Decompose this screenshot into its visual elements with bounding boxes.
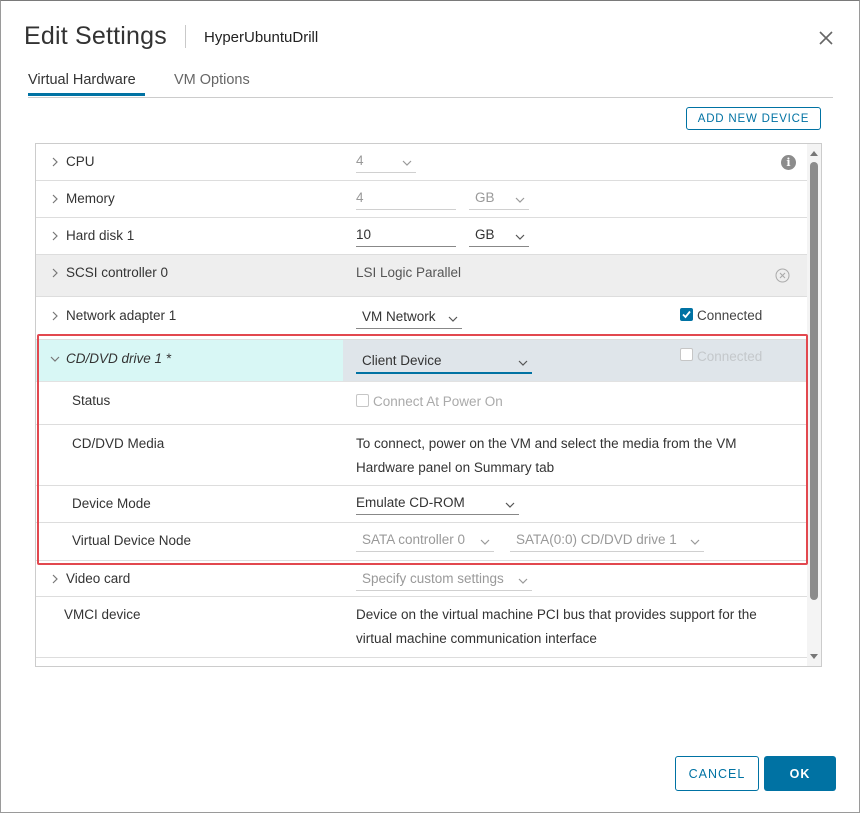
device-mode-select[interactable]: Emulate CD-ROM <box>356 493 519 515</box>
cd-dvd-type-select[interactable]: Client Device <box>356 351 532 374</box>
row-scsi-controller: SCSI controller 0 LSI Logic Parallel <box>36 255 807 297</box>
row-device-mode: Device Mode Emulate CD-ROM <box>36 486 807 523</box>
chevron-down-icon <box>402 156 412 171</box>
row-virtual-device-node: Virtual Device Node SATA controller 0 SA… <box>36 523 807 561</box>
connect-at-power-on-label: Connect At Power On <box>373 394 503 409</box>
chevron-down-icon <box>480 535 490 550</box>
row-cd-status: Status Connect At Power On <box>36 382 807 425</box>
status-label: Status <box>72 393 111 408</box>
cd-dvd-connected-label: Connected <box>697 349 763 364</box>
hard-disk-label: Hard disk 1 <box>66 228 135 243</box>
memory-label: Memory <box>66 191 115 206</box>
chevron-right-icon[interactable] <box>50 194 60 204</box>
chevron-down-icon <box>505 498 515 513</box>
tab-bar: Virtual Hardware VM Options <box>28 72 833 98</box>
chevron-right-icon[interactable] <box>50 311 60 321</box>
scsi-controller-label: SCSI controller 0 <box>66 265 169 280</box>
chevron-down-icon <box>515 230 525 245</box>
chevron-right-icon[interactable] <box>50 574 60 584</box>
row-hard-disk: Hard disk 1 10 GB <box>36 218 807 255</box>
chevron-right-icon[interactable] <box>50 231 60 241</box>
network-adapter-label: Network adapter 1 <box>66 308 177 323</box>
device-node-controller-select[interactable]: SATA controller 0 <box>356 530 494 552</box>
chevron-down-icon <box>448 312 458 327</box>
network-connected-checkbox[interactable] <box>680 308 693 321</box>
scroll-up-arrow-icon[interactable] <box>810 151 818 156</box>
cpu-select[interactable]: 4 <box>356 151 416 173</box>
remove-circle-icon[interactable] <box>775 268 790 283</box>
tab-virtual-hardware[interactable]: Virtual Hardware <box>28 72 145 96</box>
chevron-right-icon[interactable] <box>50 268 60 278</box>
row-network-adapter: Network adapter 1 VM Network Connected <box>36 297 807 340</box>
vertical-scrollbar[interactable] <box>807 144 821 666</box>
info-icon[interactable]: i <box>781 155 796 170</box>
row-vmci-device: VMCI device Device on the virtual machin… <box>36 597 807 658</box>
row-cd-dvd-drive: CD/DVD drive 1 * Client Device Connected <box>36 340 807 382</box>
tab-vm-options[interactable]: VM Options <box>174 72 250 88</box>
vmci-text-line1: Device on the virtual machine PCI bus th… <box>356 607 757 622</box>
row-cd-media: CD/DVD Media To connect, power on the VM… <box>36 425 807 486</box>
chevron-down-icon <box>690 535 700 550</box>
row-memory: Memory 4 GB <box>36 181 807 218</box>
device-node-slot-select[interactable]: SATA(0:0) CD/DVD drive 1 <box>510 530 704 552</box>
vmci-device-label: VMCI device <box>64 607 141 622</box>
chevron-right-icon[interactable] <box>50 157 60 167</box>
vm-name: HyperUbuntuDrill <box>204 29 319 46</box>
chevron-down-icon <box>518 356 528 371</box>
scroll-down-arrow-icon[interactable] <box>810 654 818 659</box>
device-mode-label: Device Mode <box>72 496 151 511</box>
vmci-text-line2: virtual machine communication interface <box>356 631 597 646</box>
row-video-card: Video card Specify custom settings <box>36 561 807 597</box>
cpu-label: CPU <box>66 154 95 169</box>
cd-media-text-line2: Hardware panel on Summary tab <box>356 460 555 475</box>
scrollbar-thumb[interactable] <box>810 162 818 600</box>
add-new-device-button[interactable]: ADD NEW DEVICE <box>686 107 821 130</box>
memory-unit-select[interactable]: GB <box>469 188 529 210</box>
chevron-down-icon <box>518 574 528 589</box>
chevron-down-icon <box>515 193 525 208</box>
title-divider <box>185 25 186 48</box>
network-select[interactable]: VM Network <box>356 307 462 329</box>
video-card-label: Video card <box>66 571 131 586</box>
row-cpu: CPU 4 i <box>36 144 807 181</box>
connect-at-power-on-checkbox[interactable] <box>356 394 369 407</box>
hard-disk-size-input[interactable]: 10 <box>356 225 456 247</box>
cd-media-text-line1: To connect, power on the VM and select t… <box>356 436 737 451</box>
hardware-panel: CPU 4 i Memory 4 GB Hard disk 1 10 GB SC… <box>35 143 822 667</box>
memory-input[interactable]: 4 <box>356 188 456 210</box>
scsi-controller-type: LSI Logic Parallel <box>356 265 462 280</box>
ok-button[interactable]: OK <box>764 756 836 791</box>
cd-media-label: CD/DVD Media <box>72 436 165 451</box>
network-connected-label: Connected <box>697 308 763 323</box>
chevron-down-icon[interactable] <box>50 354 60 364</box>
virtual-device-node-label: Virtual Device Node <box>72 533 192 548</box>
dialog-title: Edit Settings <box>24 22 167 50</box>
cancel-button[interactable]: CANCEL <box>675 756 759 791</box>
close-icon[interactable] <box>814 26 838 50</box>
cd-dvd-drive-label: CD/DVD drive 1 * <box>66 351 172 366</box>
hard-disk-unit-select[interactable]: GB <box>469 225 529 247</box>
cd-dvd-connected-checkbox[interactable] <box>680 348 693 361</box>
video-card-select[interactable]: Specify custom settings <box>356 569 532 591</box>
